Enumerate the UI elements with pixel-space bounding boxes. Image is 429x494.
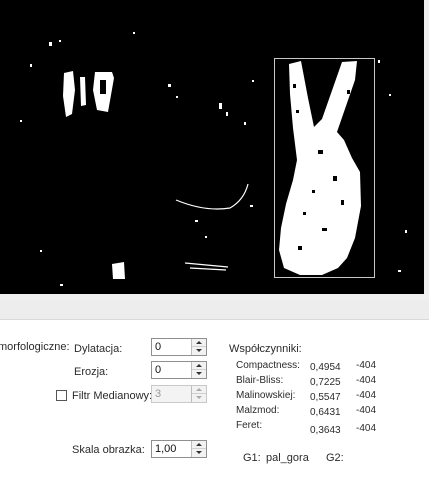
morphology-group-label: morfologiczne: [0,341,70,353]
scale-spinner[interactable] [191,441,206,457]
coef-value-malinowskiej: 0,5547 [310,392,341,403]
coef-value-compactness: 0,4954 [310,362,341,373]
median-filter-label: Filtr Medianowy: [72,390,153,402]
median-up-arrow-icon[interactable] [192,386,206,394]
median-down-arrow-icon[interactable] [192,394,206,402]
erosion-value[interactable] [152,362,193,378]
dilation-value[interactable] [152,339,193,355]
settings-panel: morfologiczne: Dylatacja: Erozja: Filtr … [0,319,429,494]
scale-input[interactable] [151,440,207,458]
scale-value[interactable] [152,441,193,457]
dilation-spinner[interactable] [191,339,206,355]
erosion-label: Erozja: [74,366,109,378]
coef-name-feret: Feret: [236,420,263,431]
coef-extra-malinowskiej: -404 [356,390,377,401]
median-filter-checkbox[interactable] [56,390,67,401]
coef-extra-compactness: -404 [356,360,377,371]
scale-label: Skala obrazka: [72,444,145,456]
mask-edges [175,183,249,271]
median-size-input[interactable] [151,385,207,403]
dilation-down-arrow-icon[interactable] [192,347,206,355]
dilation-up-arrow-icon[interactable] [192,339,206,347]
gesture-1-value: pal_gora [266,452,309,464]
coef-name-compactness: Compactness: [236,360,300,371]
binary-mask [20,32,407,286]
erosion-down-arrow-icon[interactable] [192,370,206,378]
preview-panel [0,0,429,300]
coef-extra-blair-bliss: -404 [356,375,377,386]
coef-value-malzmod: 0,6431 [310,407,341,418]
dilation-input[interactable] [151,338,207,356]
coef-extra-feret: -404 [356,423,377,434]
coefficients-title: Współczynniki: [229,343,302,355]
coef-value-feret: 0,3643 [310,425,341,436]
coef-extra-malzmod: -404 [356,405,377,416]
dilation-label: Dylatacja: [74,343,123,355]
scale-up-arrow-icon[interactable] [192,441,206,449]
erosion-spinner[interactable] [191,362,206,378]
gesture-2-label: G2: [326,452,344,464]
erosion-up-arrow-icon[interactable] [192,362,206,370]
mask-left-region [63,71,125,279]
scale-down-arrow-icon[interactable] [192,449,206,457]
coef-name-malinowskiej: Malinowskiej: [236,390,296,401]
gesture-1-label: G1: [243,452,261,464]
median-size-value[interactable] [152,386,193,402]
coef-name-blair-bliss: Blair-Bliss: [236,375,284,386]
segmentation-preview-image [0,0,424,294]
erosion-input[interactable] [151,361,207,379]
median-size-spinner[interactable] [191,386,206,402]
coef-value-blair-bliss: 0,7225 [310,377,341,388]
coef-name-malzmod: Malzmod: [236,405,280,416]
